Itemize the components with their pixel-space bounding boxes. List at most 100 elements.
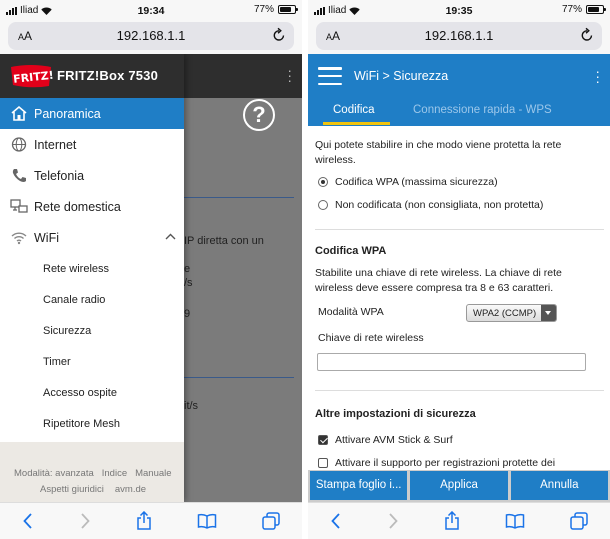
nav-label: Panoramica (34, 107, 101, 121)
nav-item-telefonia[interactable]: Telefonia (0, 160, 184, 191)
page-header: WiFi > Sicurezza · · · (308, 54, 610, 98)
network-key-label: Chiave di rete wireless (318, 332, 424, 344)
address-bar[interactable]: AA 192.168.1.1 (316, 22, 602, 50)
intro-text: Qui potete stabilire in che modo viene p… (315, 139, 562, 166)
network-icon (10, 199, 28, 213)
address-text[interactable]: 192.168.1.1 (8, 28, 294, 43)
sub-item-timer[interactable]: Timer (0, 346, 184, 377)
share-icon[interactable] (444, 511, 460, 531)
reload-icon[interactable] (580, 27, 594, 43)
safari-toolbar (0, 502, 302, 539)
wifi-icon (11, 232, 27, 245)
footer-link-legal[interactable]: Aspetti giuridici (40, 484, 104, 495)
background-text-4: 9 (184, 308, 191, 320)
divider (184, 377, 294, 378)
nav-item-panoramica[interactable]: Panoramica (0, 98, 184, 129)
menu-icon[interactable] (318, 67, 342, 85)
breadcrumb-page: Sicurezza (393, 69, 449, 83)
home-icon (11, 105, 27, 121)
sub-item-label: Timer (43, 356, 71, 368)
battery-icon (278, 5, 298, 14)
cancel-button[interactable]: Annulla (510, 471, 608, 500)
sub-item-canale-radio[interactable]: Canale radio (0, 284, 184, 315)
background-text-2: e (184, 263, 191, 275)
radio-wpa[interactable]: Codifica WPA (massima sicurezza) (318, 176, 498, 188)
url-area: AA 192.168.1.1 (308, 20, 610, 54)
radio-label: Non codificata (non consigliata, non pro… (335, 199, 544, 211)
address-bar[interactable]: AA 192.168.1.1 (8, 22, 294, 50)
checkbox-label: Attivare il supporto per registrazioni p… (335, 457, 556, 469)
checkbox-label: Attivare AVM Stick & Surf (335, 434, 453, 446)
back-icon[interactable] (330, 512, 342, 530)
radio-label: Codifica WPA (massima sicurezza) (335, 176, 498, 188)
breadcrumb-separator: > (382, 69, 390, 83)
sub-item-sicurezza[interactable]: Sicurezza (0, 315, 184, 346)
footer-link-avm[interactable]: avm.de (115, 484, 146, 495)
section-title-other: Altre impostazioni di sicurezza (315, 408, 476, 420)
wpa-mode-select[interactable]: WPA2 (CCMP) (466, 304, 557, 322)
status-bar: Iliad 19:34 77% (0, 0, 302, 20)
select-value: WPA2 (CCMP) (473, 308, 537, 319)
nav-label: Telefonia (34, 169, 85, 183)
more-vertical-icon[interactable]: · · · (595, 64, 600, 88)
radio-button[interactable] (318, 200, 328, 210)
screenshot: Iliad 19:34 77% AA 192.168.1.1 · · · ? IP … (0, 0, 610, 539)
sub-item-ripetitore-mesh[interactable]: Ripetitore Mesh (0, 408, 184, 439)
share-icon[interactable] (136, 511, 152, 531)
section-title-wpa: Codifica WPA (315, 245, 387, 257)
tab-codifica[interactable]: Codifica (333, 104, 375, 116)
more-vertical-icon: · · · (287, 62, 292, 88)
battery-percent: 77% (561, 4, 582, 15)
checkbox[interactable] (318, 458, 328, 468)
battery-percent: 77% (253, 4, 274, 15)
forward-icon[interactable] (387, 512, 399, 530)
divider (184, 197, 294, 198)
nav-item-wifi[interactable]: WiFi (0, 222, 184, 253)
forward-icon[interactable] (79, 512, 91, 530)
bookmarks-icon[interactable] (197, 513, 217, 529)
footer-link-manual[interactable]: Manuale (135, 468, 171, 479)
address-text[interactable]: 192.168.1.1 (316, 28, 602, 43)
tabs-icon[interactable] (261, 512, 280, 530)
checkbox-checked[interactable] (318, 435, 328, 445)
help-icon[interactable]: ? (243, 99, 275, 131)
radio-button-selected[interactable] (318, 177, 328, 187)
tab-wps[interactable]: Connessione rapida - WPS (413, 104, 552, 116)
sub-item-accesso-ospite[interactable]: Accesso ospite (0, 377, 184, 408)
divider (315, 229, 604, 230)
back-icon[interactable] (22, 512, 34, 530)
dropdown-arrow-icon (541, 305, 556, 321)
action-bar: Stampa foglio i... Applica Annulla (308, 470, 610, 502)
background-text-3: /s (184, 277, 193, 289)
nav-item-rete-domestica[interactable]: Rete domestica (0, 191, 184, 222)
footer-link-index[interactable]: Indice (102, 468, 127, 479)
bookmarks-icon[interactable] (505, 513, 525, 529)
sub-item-rete-wireless[interactable]: Rete wireless (0, 253, 184, 284)
sub-item-label: Ripetitore Mesh (43, 418, 121, 430)
nav-label: Rete domestica (34, 200, 121, 214)
left-phone: Iliad 19:34 77% AA 192.168.1.1 · · · ? IP … (0, 0, 302, 539)
background-text-5: it/s (184, 400, 199, 412)
check-stick-surf[interactable]: Attivare AVM Stick & Surf (318, 434, 453, 446)
globe-icon (11, 137, 27, 152)
nav-item-internet[interactable]: Internet (0, 129, 184, 160)
url-area: AA 192.168.1.1 (0, 20, 302, 54)
sub-item-label: Rete wireless (43, 263, 110, 275)
reload-icon[interactable] (272, 27, 286, 43)
wpa-mode-label: Modalità WPA (318, 306, 384, 318)
network-key-input[interactable] (317, 353, 586, 371)
chevron-up-icon[interactable] (165, 233, 176, 240)
footer-link-mode[interactable]: Modalità: avanzata (14, 468, 94, 479)
safari-toolbar (308, 502, 610, 539)
sub-item-label: Accesso ospite (43, 387, 117, 399)
drawer-header: FRITZ! FRITZ!Box 7530 (0, 54, 184, 98)
apply-button[interactable]: Applica (410, 471, 508, 500)
check-protected-registration[interactable]: Attivare il supporto per registrazioni p… (318, 457, 555, 469)
radio-none[interactable]: Non codificata (non consigliata, non pro… (318, 199, 543, 211)
status-bar: Iliad 19:35 77% (308, 0, 610, 20)
print-sheet-button[interactable]: Stampa foglio i... (310, 471, 408, 500)
tabs-icon[interactable] (569, 512, 588, 530)
fritz-logo[interactable]: FRITZ! (9, 63, 53, 89)
main-nav: Panoramica Internet Telefonia Rete domes… (0, 98, 184, 439)
breadcrumb-section[interactable]: WiFi (354, 69, 379, 83)
